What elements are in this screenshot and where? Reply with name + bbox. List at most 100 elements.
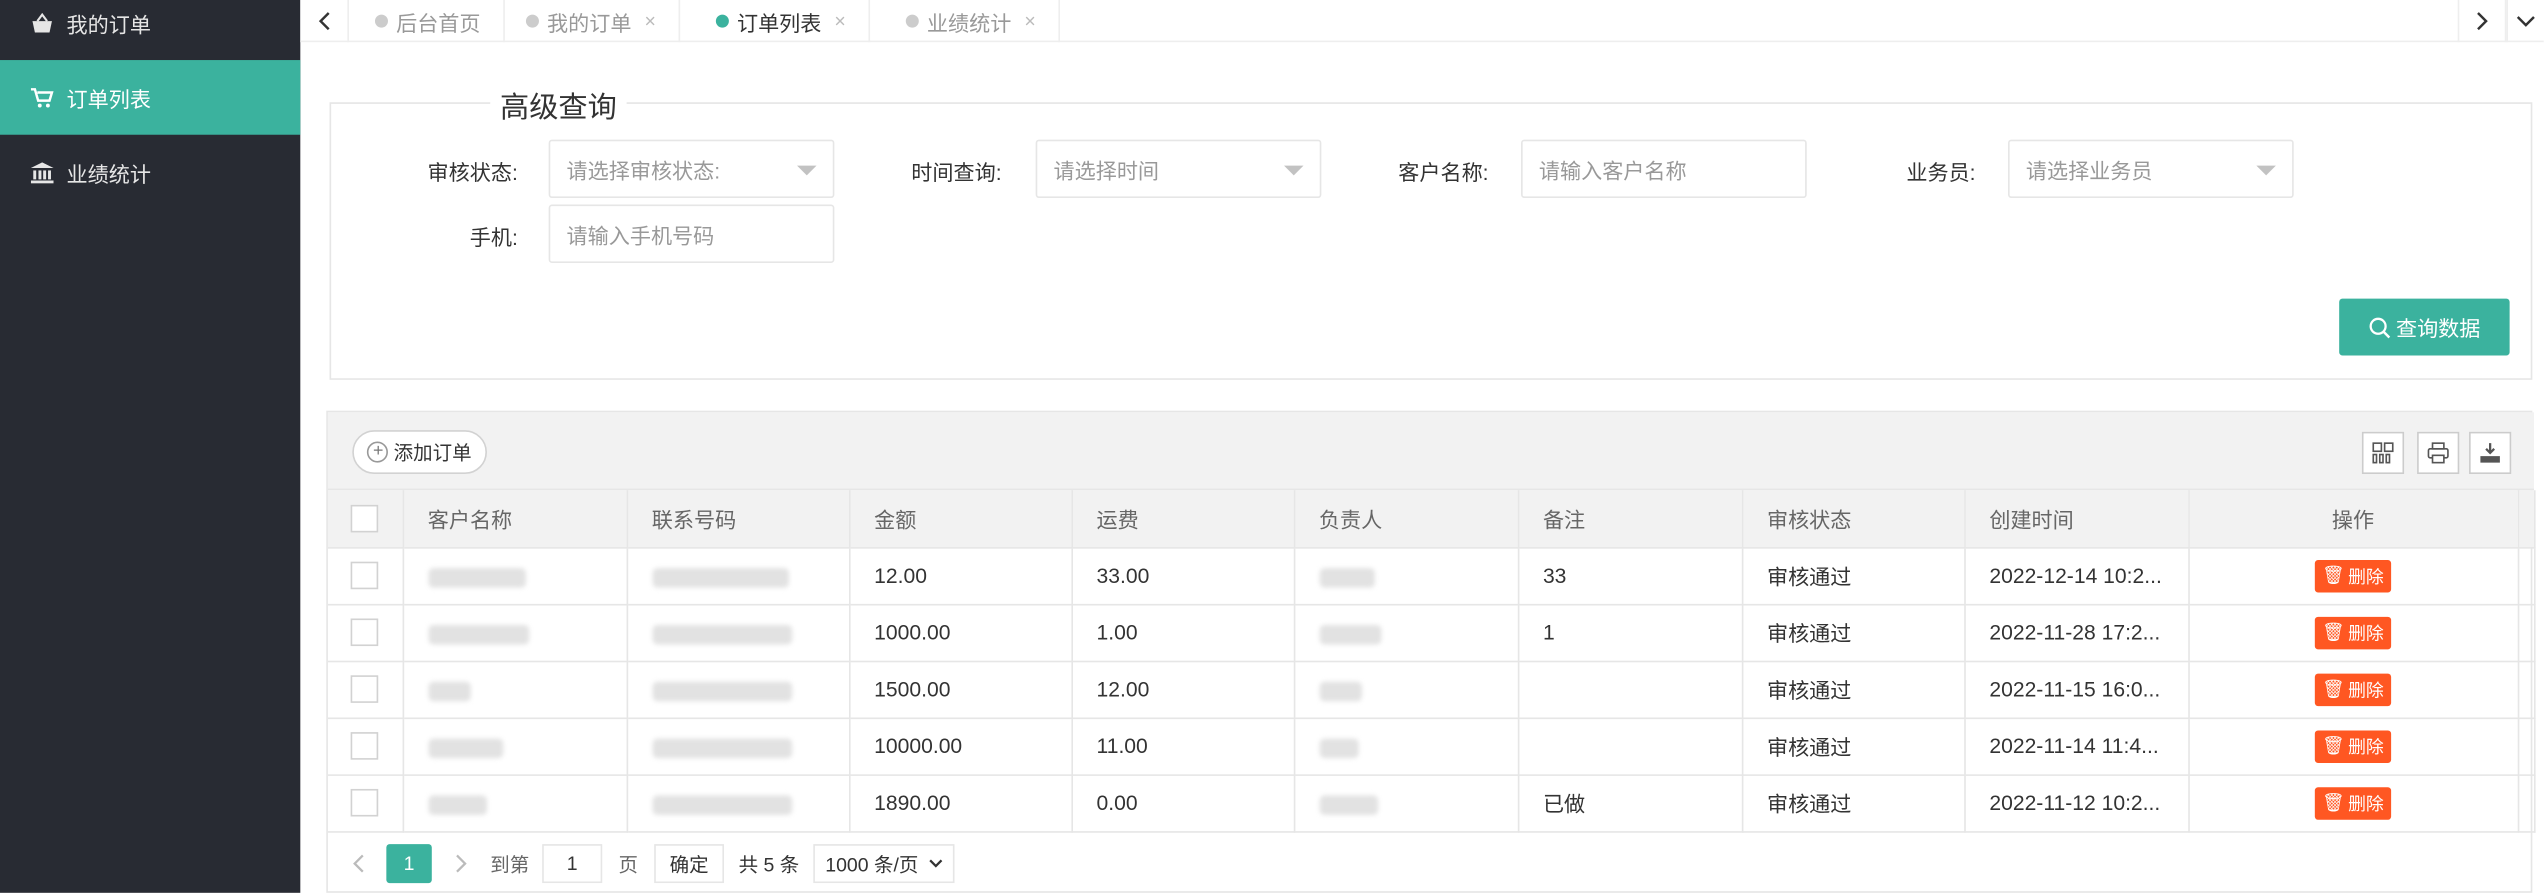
- select-placeholder: 请选择业务员: [2025, 158, 2153, 183]
- input-placeholder: 请输入手机号码: [566, 223, 715, 248]
- col-customer-name[interactable]: 客户名称: [402, 490, 628, 548]
- pagination: 1 到第 1 页 确定 共 5 条 1000 条/页: [328, 833, 2534, 893]
- col-remark[interactable]: 备注: [1517, 490, 1743, 548]
- cell-created-time: 2022-11-12 10:2...: [1964, 774, 2190, 832]
- time-select[interactable]: 请选择时间: [1035, 139, 1322, 199]
- sidebar-item-label: 业绩统计: [66, 161, 151, 186]
- sidebar-item-order-list[interactable]: 订单列表: [0, 60, 301, 135]
- columns-filter-icon[interactable]: [2361, 431, 2405, 475]
- cell-customer-name: [402, 774, 628, 832]
- goto-label: 到第: [490, 853, 530, 876]
- redacted-text: [1318, 737, 1358, 758]
- goto-page-input[interactable]: 1: [542, 844, 603, 884]
- select-all-checkbox[interactable]: [351, 504, 379, 533]
- tab-my-orders[interactable]: 我的订单 ×: [506, 0, 681, 43]
- phone-label: 手机:: [469, 225, 518, 250]
- col-freight[interactable]: 运费: [1071, 490, 1295, 548]
- redacted-text: [1318, 624, 1381, 644]
- cell-audit-status: 审核通过: [1741, 603, 1966, 662]
- sidebar-item-my-orders[interactable]: 我的订单: [0, 0, 300, 60]
- tab-label: 业绩统计: [926, 10, 1012, 35]
- delete-button[interactable]: 🗑︎ 删除: [2314, 559, 2392, 592]
- print-icon[interactable]: [2417, 431, 2460, 475]
- tab-scroll-left-icon[interactable]: [300, 0, 350, 43]
- col-created-time[interactable]: 创建时间: [1964, 490, 2190, 548]
- page-size-select[interactable]: 1000 条/页: [813, 844, 955, 884]
- row-checkbox[interactable]: [351, 732, 379, 760]
- row-checkbox[interactable]: [351, 675, 379, 703]
- row-checkbox-cell: [327, 774, 404, 832]
- cell-remark: [1517, 660, 1743, 719]
- customer-name-input[interactable]: 请输入客户名称: [1521, 139, 1807, 199]
- delete-button[interactable]: 🗑︎ 删除: [2314, 729, 2392, 763]
- current-page[interactable]: 1: [386, 844, 432, 884]
- redacted-text: [427, 794, 487, 815]
- tab-scroll-right-icon[interactable]: [2457, 0, 2507, 43]
- cell-actions: 🗑︎ 删除: [2188, 660, 2519, 719]
- tab-order-list[interactable]: 订单列表 ×: [696, 0, 871, 43]
- add-order-button[interactable]: + 添加订单: [352, 430, 487, 475]
- cell-actions: 🗑︎ 删除: [2188, 774, 2519, 832]
- redacted-text: [651, 794, 792, 815]
- cell-owner: [1293, 774, 1519, 832]
- cell-freight: 11.00: [1071, 717, 1295, 776]
- col-owner[interactable]: 负责人: [1293, 490, 1519, 548]
- tab-dot-icon: [525, 14, 539, 28]
- next-page-icon[interactable]: [455, 854, 468, 873]
- table-row: 12.00 33.00 33 审核通过 2022-12-14 10:2... 🗑…: [327, 547, 2535, 605]
- cart-icon: [29, 84, 55, 110]
- redacted-text: [427, 567, 526, 587]
- cell-remark: 33: [1517, 547, 1743, 605]
- row-checkbox[interactable]: [351, 788, 379, 817]
- col-amount[interactable]: 金额: [848, 490, 1073, 548]
- redacted-text: [651, 737, 792, 758]
- close-icon[interactable]: ×: [1024, 10, 1035, 33]
- row-checkbox[interactable]: [351, 561, 379, 590]
- row-checkbox[interactable]: [351, 618, 379, 647]
- cell-phone: [626, 660, 850, 719]
- close-icon[interactable]: ×: [644, 10, 655, 33]
- cell-freight: 33.00: [1071, 547, 1295, 605]
- tab-performance[interactable]: 业绩统计 ×: [886, 0, 1061, 43]
- trash-icon: 🗑︎: [2322, 736, 2345, 757]
- tab-home[interactable]: 后台首页: [356, 0, 505, 43]
- cell-freight: 1.00: [1071, 603, 1295, 662]
- phone-input[interactable]: 请输入手机号码: [548, 204, 835, 263]
- sidebar: 我的订单 订单列表 业绩统计: [0, 0, 301, 893]
- audit-status-select[interactable]: 请选择审核状态:: [548, 139, 835, 199]
- col-actions: 操作: [2188, 490, 2519, 548]
- query-title: 高级查询: [490, 84, 627, 127]
- table-header-row: 客户名称 联系号码 金额 运费 负责人 备注 审核状态 创建时间 操作: [327, 490, 2535, 548]
- caret-down-icon: [1284, 165, 1304, 176]
- search-data-button[interactable]: 查询数据: [2339, 298, 2510, 356]
- app-root: 我的订单 订单列表 业绩统计 后台首页 我的订单 × 订单列表 × 业绩统计 ×…: [0, 0, 2544, 893]
- cell-owner: [1293, 660, 1519, 719]
- prev-page-icon[interactable]: [352, 854, 365, 873]
- delete-button[interactable]: 🗑︎ 删除: [2314, 616, 2392, 649]
- delete-button[interactable]: 🗑︎ 删除: [2314, 672, 2392, 706]
- cell-remark: 1: [1517, 603, 1743, 662]
- tab-menu-chevron-down-icon[interactable]: [2506, 0, 2543, 43]
- cell-actions: 🗑︎ 删除: [2188, 603, 2519, 662]
- close-icon[interactable]: ×: [834, 10, 845, 33]
- button-label: 删除: [2348, 794, 2384, 815]
- tab-label: 后台首页: [396, 10, 481, 35]
- salesman-select[interactable]: 请选择业务员: [2008, 139, 2294, 199]
- cell-filler: [2517, 774, 2535, 832]
- tab-bar: 后台首页 我的订单 × 订单列表 × 业绩统计 ×: [300, 0, 2544, 43]
- cell-filler: [2517, 717, 2535, 776]
- col-phone[interactable]: 联系号码: [626, 490, 850, 548]
- sidebar-item-performance[interactable]: 业绩统计: [0, 135, 300, 210]
- tab-dot-icon: [374, 14, 388, 28]
- cell-created-time: 2022-12-14 10:2...: [1964, 547, 2190, 605]
- delete-button[interactable]: 🗑︎ 删除: [2314, 786, 2392, 819]
- cell-amount: 1890.00: [848, 774, 1073, 832]
- cell-owner: [1293, 603, 1519, 662]
- cell-customer-name: [402, 603, 628, 662]
- col-audit-status[interactable]: 审核状态: [1741, 490, 1966, 548]
- cell-phone: [626, 603, 850, 662]
- confirm-page-button[interactable]: 确定: [654, 844, 725, 884]
- cell-audit-status: 审核通过: [1741, 717, 1966, 776]
- caret-down-icon: [797, 165, 817, 176]
- export-icon[interactable]: [2469, 431, 2512, 475]
